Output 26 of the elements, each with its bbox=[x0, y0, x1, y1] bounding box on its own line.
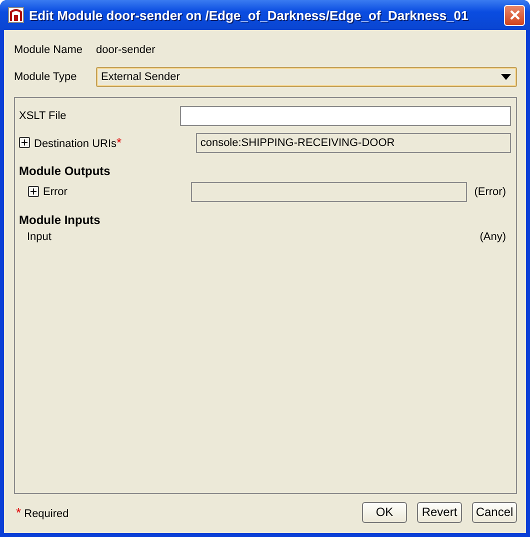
module-type-dropdown[interactable]: External Sender bbox=[96, 66, 517, 86]
expand-icon[interactable] bbox=[19, 137, 30, 148]
module-name-value: door-sender bbox=[96, 44, 156, 56]
dialog-button[interactable]: Cancel bbox=[472, 502, 517, 522]
input-name: Input bbox=[27, 231, 52, 243]
close-icon bbox=[508, 9, 520, 21]
field-label: Module Name bbox=[14, 44, 84, 56]
window-title: Edit Module door-sender on /Edge_of_Darkness/Edge_of_Darkness_01 bbox=[29, 8, 470, 22]
caret-icon bbox=[501, 74, 511, 80]
input-type: (Any) bbox=[480, 231, 506, 243]
dialog-button[interactable]: Revert bbox=[417, 502, 462, 522]
field-label: XSLT File bbox=[19, 110, 68, 122]
dialog-button[interactable]: OK bbox=[362, 502, 407, 522]
section-heading: Module Inputs bbox=[19, 212, 102, 227]
output-field[interactable] bbox=[191, 182, 467, 202]
destination-uris-field[interactable]: console:SHIPPING-RECEIVING-DOOR bbox=[196, 132, 511, 152]
output-name: Error bbox=[43, 186, 68, 198]
field-label: Module Type bbox=[14, 70, 78, 82]
xslt-file-field[interactable] bbox=[180, 106, 511, 126]
output-type: (Error) bbox=[474, 186, 506, 198]
section-heading: Module Outputs bbox=[19, 163, 112, 178]
app-icon bbox=[8, 7, 24, 23]
field-label: Destination URIs* bbox=[34, 135, 122, 150]
expand-icon[interactable] bbox=[28, 186, 39, 197]
close-button[interactable] bbox=[504, 4, 525, 26]
required-note: * Required bbox=[15, 504, 69, 520]
